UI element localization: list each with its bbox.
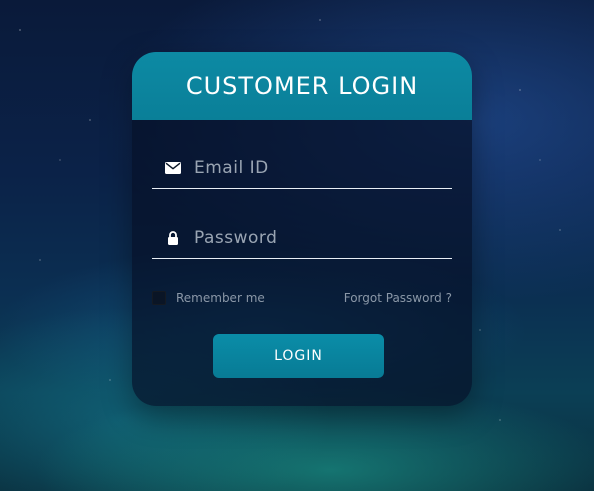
envelope-icon [162, 157, 184, 179]
lock-icon [162, 227, 184, 249]
email-field [152, 148, 452, 189]
customer-login-card: CUSTOMER LOGIN Remember me Forgot Passwo… [132, 52, 472, 406]
login-options-row: Remember me Forgot Password ? [152, 288, 452, 308]
remember-me[interactable]: Remember me [152, 291, 265, 305]
card-header: CUSTOMER LOGIN [132, 52, 472, 120]
remember-me-checkbox[interactable] [152, 291, 166, 305]
remember-me-label: Remember me [176, 291, 265, 305]
password-input[interactable] [194, 228, 452, 248]
forgot-password-link[interactable]: Forgot Password ? [344, 291, 452, 305]
email-input[interactable] [194, 158, 452, 178]
page-title: CUSTOMER LOGIN [185, 72, 419, 100]
password-field [152, 218, 452, 259]
login-button[interactable]: LOGIN [213, 334, 384, 378]
